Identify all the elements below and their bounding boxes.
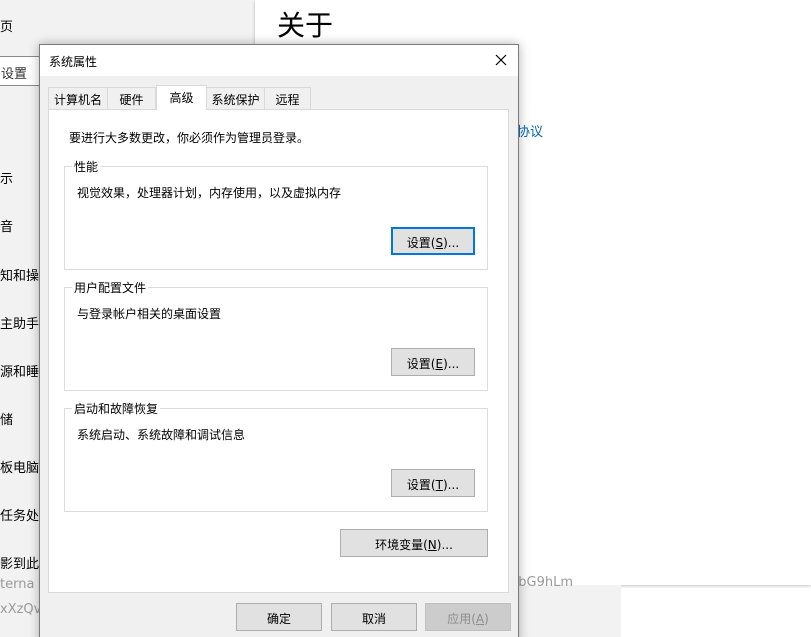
access-key: N <box>427 538 437 552</box>
sidebar-item-storage[interactable]: 储 <box>0 409 13 428</box>
sidebar-item-multitasking[interactable]: 任务处 <box>0 505 39 524</box>
access-key: A <box>475 612 485 626</box>
performance-group: 性能 视觉效果，处理器计划，内存使用，以及虚拟内存 设置(S)... <box>64 158 488 270</box>
background-ghost-text: terna <box>0 577 35 592</box>
startup-recovery-group: 启动和故障恢复 系统启动、系统故障和调试信息 设置(T)... <box>64 400 488 512</box>
access-key: S <box>435 236 444 250</box>
background-ghost-text: ubG9hLm <box>510 575 573 590</box>
tab-advanced[interactable]: 高级 <box>156 85 207 110</box>
sidebar-item-power-sleep[interactable]: 源和睡 <box>0 361 39 380</box>
agreement-link[interactable]: 协议 <box>517 121 543 140</box>
button-label: )... <box>443 357 460 371</box>
tab-system-protection[interactable]: 系统保护 <box>206 87 265 109</box>
button-label: 设置( <box>406 357 436 371</box>
performance-legend: 性能 <box>72 158 101 175</box>
button-label: )... <box>436 538 453 552</box>
sidebar-item-tablet[interactable]: 板电脑 <box>0 457 39 476</box>
apply-button[interactable]: 应用(A) <box>425 603 511 631</box>
sidebar-item-notifications[interactable]: 知和操 <box>0 265 39 284</box>
tab-remote[interactable]: 远程 <box>264 87 311 109</box>
button-label: 应用( <box>447 612 476 626</box>
performance-settings-button[interactable]: 设置(S)... <box>391 227 475 255</box>
button-label: 环境变量( <box>375 538 428 552</box>
user-profiles-legend: 用户配置文件 <box>72 279 149 296</box>
background-ghost-text: xXzQv <box>0 602 42 617</box>
sidebar-item-home[interactable]: 页 <box>0 16 13 35</box>
performance-description: 视觉效果，处理器计划，内存使用，以及虚拟内存 <box>77 186 342 200</box>
access-key: E <box>435 357 444 371</box>
user-profiles-group: 用户配置文件 与登录帐户相关的桌面设置 设置(E)... <box>64 279 488 391</box>
tab-computer-name[interactable]: 计算机名 <box>48 87 108 109</box>
advanced-tab-panel: 要进行大多数更改，你必须作为管理员登录。 性能 视觉效果，处理器计划，内存使用，… <box>48 109 509 593</box>
close-button[interactable] <box>484 45 518 76</box>
dialog-titlebar[interactable]: 系统属性 <box>40 45 518 76</box>
tab-hardware[interactable]: 硬件 <box>107 87 156 109</box>
user-profiles-description: 与登录帐户相关的桌面设置 <box>77 307 222 321</box>
sidebar-item-focus-assist[interactable]: 主助手 <box>0 313 39 332</box>
admin-notice: 要进行大多数更改，你必须作为管理员登录。 <box>69 131 310 145</box>
startup-recovery-settings-button[interactable]: 设置(T)... <box>391 469 475 497</box>
dialog-title: 系统属性 <box>49 55 98 69</box>
ok-button[interactable]: 确定 <box>236 603 322 631</box>
button-label: ) <box>484 612 489 626</box>
sidebar-item-display[interactable]: 示 <box>0 168 13 187</box>
page-title: 关于 <box>277 9 334 42</box>
sidebar-item-sound[interactable]: 音 <box>0 216 13 235</box>
button-label: )... <box>442 478 460 492</box>
button-label: 设置( <box>406 478 436 492</box>
environment-variables-button[interactable]: 环境变量(N)... <box>340 529 488 557</box>
button-label: )... <box>443 236 460 250</box>
close-icon <box>495 54 507 66</box>
cancel-button[interactable]: 取消 <box>331 603 417 631</box>
background-strip <box>517 585 621 637</box>
system-properties-dialog: 系统属性 计算机名 硬件 高级 系统保护 远程 要进行大多数更改，你必须作为管理… <box>39 44 519 637</box>
button-label: 设置( <box>406 236 436 250</box>
startup-recovery-legend: 启动和故障恢复 <box>72 400 161 417</box>
startup-recovery-description: 系统启动、系统故障和调试信息 <box>77 428 246 442</box>
user-profiles-settings-button[interactable]: 设置(E)... <box>391 348 475 376</box>
access-key: T <box>435 478 443 492</box>
sidebar-item-projecting[interactable]: 影到此 <box>0 553 39 572</box>
